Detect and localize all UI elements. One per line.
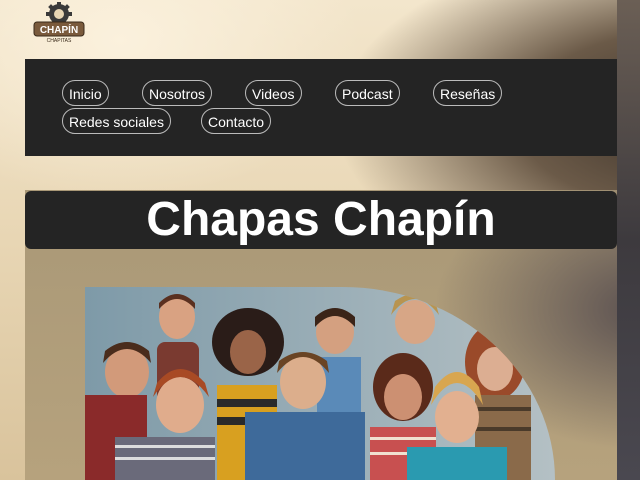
nav-item-resenas[interactable]: Reseñas	[433, 80, 503, 106]
logo-subtext: CHAPITAS	[47, 38, 72, 44]
logo-text: CHAPÍN	[40, 23, 78, 36]
nav-item-inicio[interactable]: Inicio	[62, 80, 109, 106]
nav-item-redes-sociales[interactable]: Redes sociales	[62, 108, 171, 134]
nav-item-podcast[interactable]: Podcast	[335, 80, 400, 106]
background-shade	[617, 0, 640, 480]
nav-item-videos[interactable]: Videos	[245, 80, 302, 106]
nav-item-nosotros[interactable]: Nosotros	[142, 80, 213, 106]
nav-item-contacto[interactable]: Contacto	[201, 108, 272, 134]
page-title: Chapas Chapín	[25, 191, 617, 249]
gear-icon	[46, 2, 72, 24]
main-navigation: Inicio Nosotros Videos Podcast Reseñas R…	[25, 59, 617, 156]
site-logo[interactable]: CHAPÍN CHAPITAS	[32, 2, 86, 44]
